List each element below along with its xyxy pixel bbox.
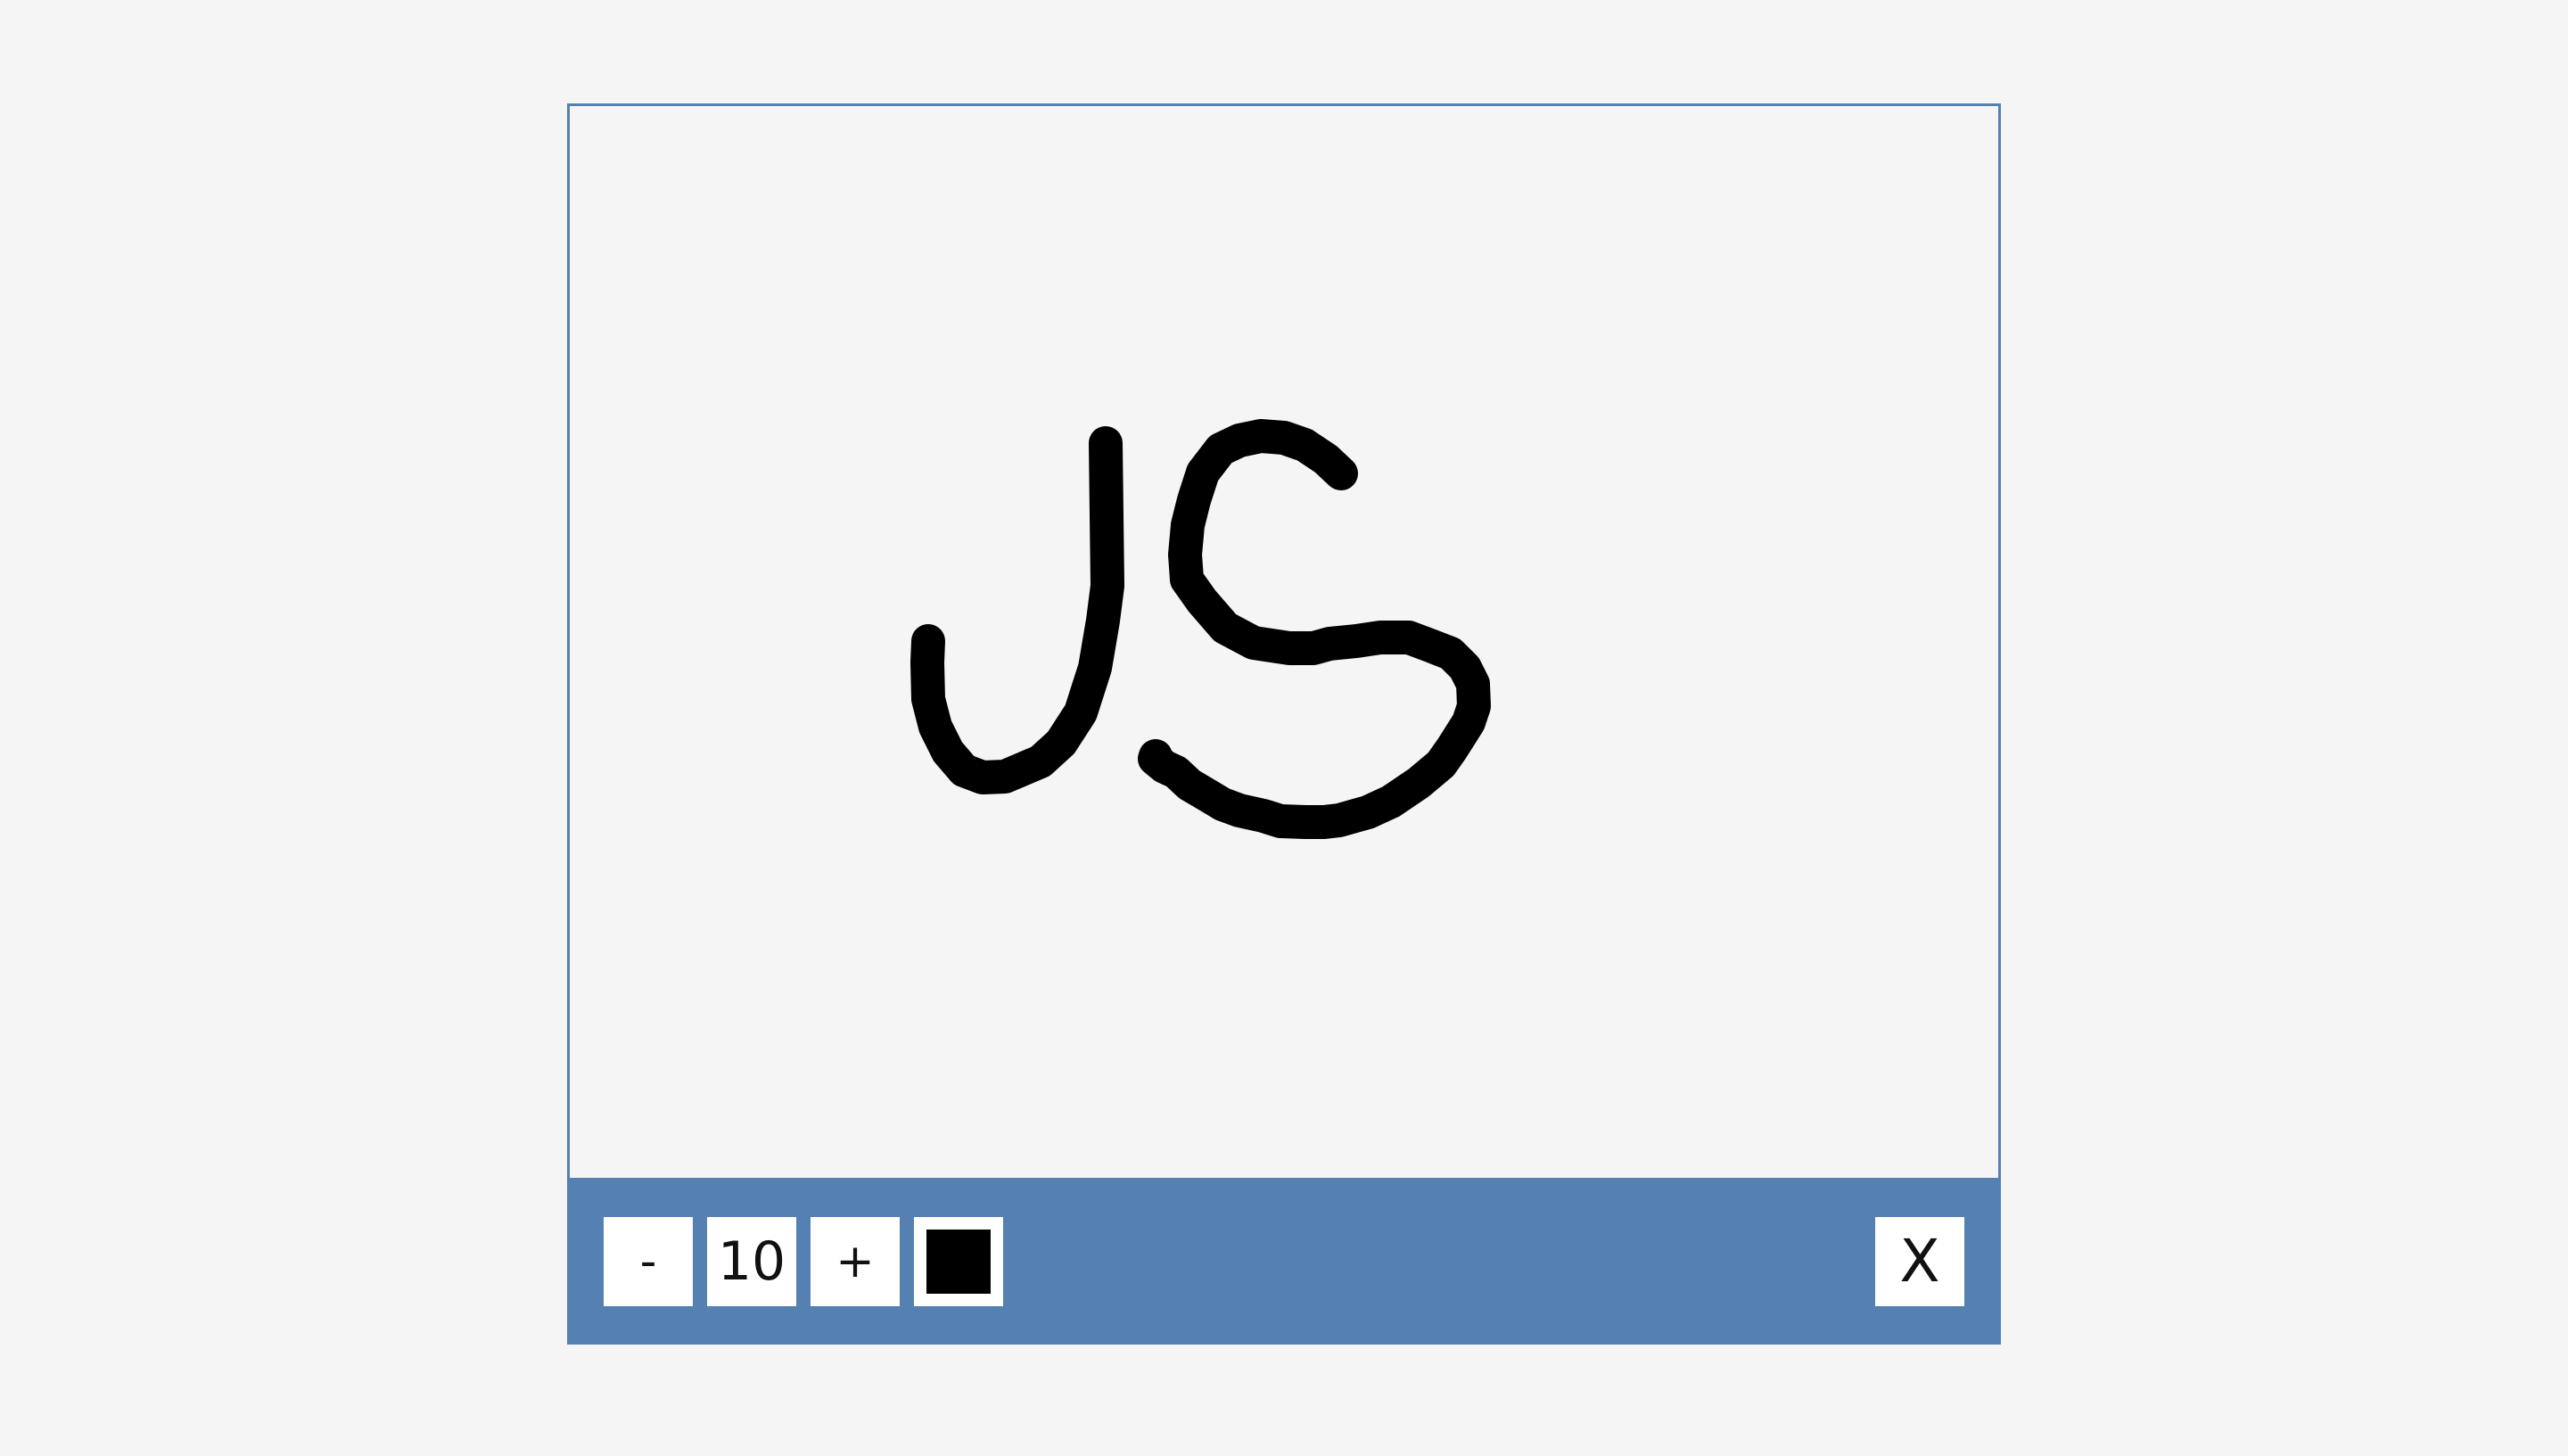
drawing-canvas[interactable] xyxy=(570,106,1998,1178)
drawn-stroke-s xyxy=(1138,419,1491,839)
drawing-app: - 10 + X xyxy=(0,0,2568,1456)
toolbar: - 10 + X xyxy=(570,1178,1998,1342)
increase-brush-size-button[interactable]: + xyxy=(811,1217,900,1306)
drawn-stroke-j xyxy=(910,426,1124,794)
close-button[interactable]: X xyxy=(1875,1217,1964,1306)
drawing-surface[interactable] xyxy=(570,106,1998,1178)
drawing-panel: - 10 + X xyxy=(567,103,2001,1345)
brush-size-display: 10 xyxy=(707,1217,796,1306)
decrease-brush-size-button[interactable]: - xyxy=(604,1217,693,1306)
color-picker-button[interactable] xyxy=(914,1217,1003,1306)
color-swatch-icon xyxy=(926,1230,991,1294)
